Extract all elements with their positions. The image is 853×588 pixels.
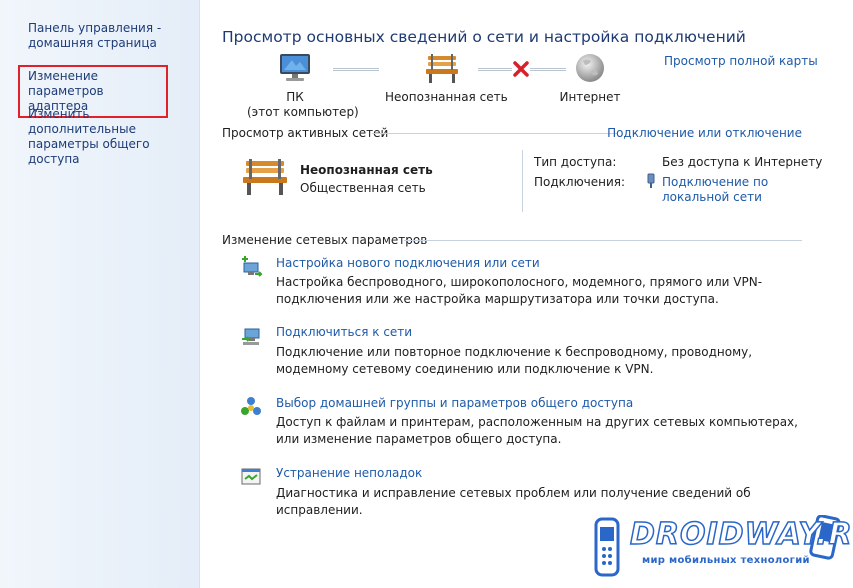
watermark-tagline: мир мобильных технологий [642, 555, 810, 566]
error-x-icon [513, 61, 529, 77]
phone-logo-icon [594, 517, 620, 577]
navigation-pane: Панель управления - домашняя страница Из… [0, 0, 200, 588]
connections-label: Подключения: [534, 175, 626, 189]
connect-network-icon [242, 328, 260, 345]
troubleshoot-link[interactable]: Устранение неполадок [276, 466, 422, 480]
homegroup-sharing-link[interactable]: Выбор домашней группы и параметров общег… [276, 396, 633, 410]
map-node-network[interactable]: Неопознанная сеть [385, 52, 508, 105]
new-connection-icon [242, 256, 262, 277]
homegroup-icon [241, 397, 261, 415]
local-area-connection-link[interactable]: Подключение по локальной сети [662, 175, 792, 205]
page-title: Просмотр основных сведений о сети и наст… [222, 28, 746, 46]
troubleshoot-icon [241, 468, 261, 485]
divider [372, 133, 618, 134]
map-node-internet[interactable]: Интернет [555, 52, 625, 105]
sidebar-item-advanced-sharing[interactable]: Изменить дополнительные параметры общего… [28, 107, 193, 167]
homegroup-sharing-desc: Доступ к файлам и принтерам, расположенн… [276, 415, 798, 446]
bench-icon [243, 159, 287, 195]
map-node-pc[interactable]: ПК (этот компьютер) [247, 52, 359, 120]
active-networks-heading: Просмотр активных сетей [222, 126, 389, 140]
pc-label: ПК [286, 90, 304, 104]
connect-to-network-desc: Подключение или повторное подключение к … [276, 345, 753, 376]
network-type-link[interactable]: Общественная сеть [300, 181, 426, 195]
connector-pc-network [333, 68, 379, 71]
pc-sublabel: (этот компьютер) [247, 105, 359, 119]
connect-disconnect-link[interactable]: Подключение или отключение [607, 126, 802, 140]
network-label: Неопознанная сеть [385, 90, 508, 104]
troubleshoot-desc: Диагностика и исправление сетевых пробле… [276, 486, 751, 517]
sidebar-item-control-panel-home[interactable]: Панель управления - домашняя страница [28, 21, 193, 51]
divider [404, 240, 802, 241]
globe-icon [576, 54, 604, 82]
view-full-map-link[interactable]: Просмотр полной карты [664, 54, 818, 68]
ethernet-icon [647, 173, 655, 188]
connector-network-x [478, 68, 512, 71]
access-type-label: Тип доступа: [534, 155, 617, 169]
change-settings-heading: Изменение сетевых параметров [222, 233, 428, 247]
bench-icon [426, 54, 458, 83]
internet-label: Интернет [559, 90, 621, 104]
access-type-value: Без доступа к Интернету [662, 155, 823, 169]
computer-icon [280, 54, 310, 81]
network-name: Неопознанная сеть [300, 163, 433, 177]
divider [522, 150, 523, 212]
connect-to-network-link[interactable]: Подключиться к сети [276, 325, 412, 339]
watermark-brand: DROIDWAY.RU [629, 516, 853, 553]
setup-new-connection-desc: Настройка беспроводного, широкополосного… [276, 275, 763, 306]
droidway-watermark: DROIDWAY.RU мир мобильных технологий [590, 515, 853, 585]
setup-new-connection-link[interactable]: Настройка нового подключения или сети [276, 256, 540, 270]
